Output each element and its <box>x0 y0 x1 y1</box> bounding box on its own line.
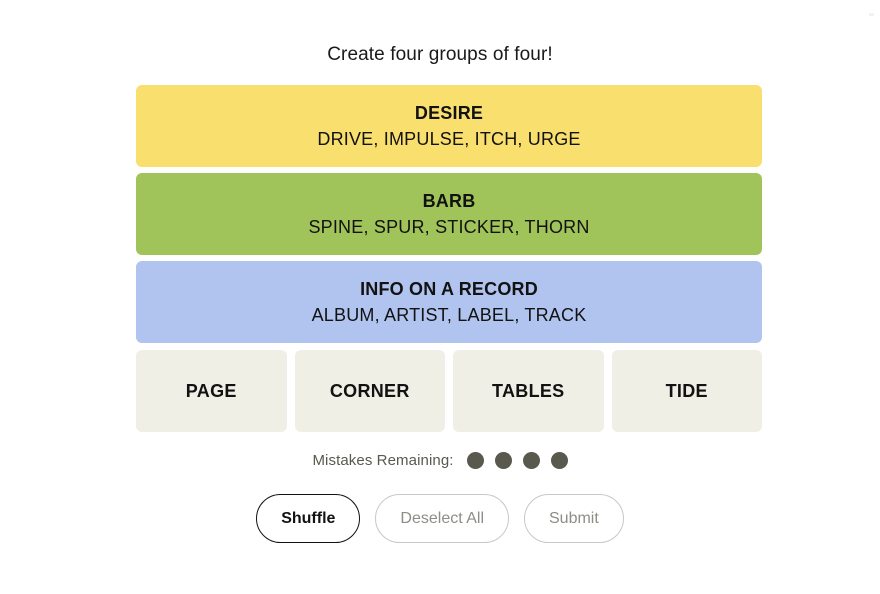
solved-group-row: INFO ON A RECORD ALBUM, ARTIST, LABEL, T… <box>136 261 762 343</box>
control-bar: Shuffle Deselect All Submit <box>0 494 880 543</box>
game-board: DESIRE DRIVE, IMPULSE, ITCH, URGE BARB S… <box>136 85 762 432</box>
mistake-dot <box>550 452 568 469</box>
page-title: Create four groups of four! <box>327 44 553 65</box>
solved-group-row: BARB SPINE, SPUR, STICKER, THORN <box>136 173 762 255</box>
solved-group-members: ALBUM, ARTIST, LABEL, TRACK <box>311 304 587 325</box>
solved-group-members: SPINE, SPUR, STICKER, THORN <box>308 216 590 237</box>
word-tile-tide[interactable]: TIDE <box>611 350 762 432</box>
shuffle-button[interactable]: Shuffle <box>256 494 361 543</box>
word-tile-page[interactable]: PAGE <box>136 350 287 432</box>
mistakes-remaining: Mistakes Remaining: <box>0 452 880 469</box>
mistake-dot <box>466 452 484 469</box>
mistakes-remaining-label: Mistakes Remaining: <box>312 452 454 469</box>
solved-group-category: DESIRE <box>414 102 484 123</box>
mistake-dot <box>522 452 540 469</box>
solved-group-row: DESIRE DRIVE, IMPULSE, ITCH, URGE <box>136 85 762 167</box>
word-tile-corner[interactable]: CORNER <box>294 350 445 432</box>
mistake-dot <box>494 452 512 469</box>
deselect-all-button[interactable]: Deselect All <box>375 494 509 543</box>
corner-artifact <box>869 13 874 16</box>
solved-group-category: INFO ON A RECORD <box>360 278 538 299</box>
connections-game: Create four groups of four! DESIRE DRIVE… <box>0 0 880 594</box>
word-tile-tables[interactable]: TABLES <box>453 350 604 432</box>
solved-group-category: BARB <box>422 190 476 211</box>
solved-group-members: DRIVE, IMPULSE, ITCH, URGE <box>317 128 581 149</box>
tile-row: PAGE CORNER TABLES TIDE <box>136 350 762 432</box>
submit-button[interactable]: Submit <box>524 494 624 543</box>
mistakes-dot-group <box>466 452 568 469</box>
